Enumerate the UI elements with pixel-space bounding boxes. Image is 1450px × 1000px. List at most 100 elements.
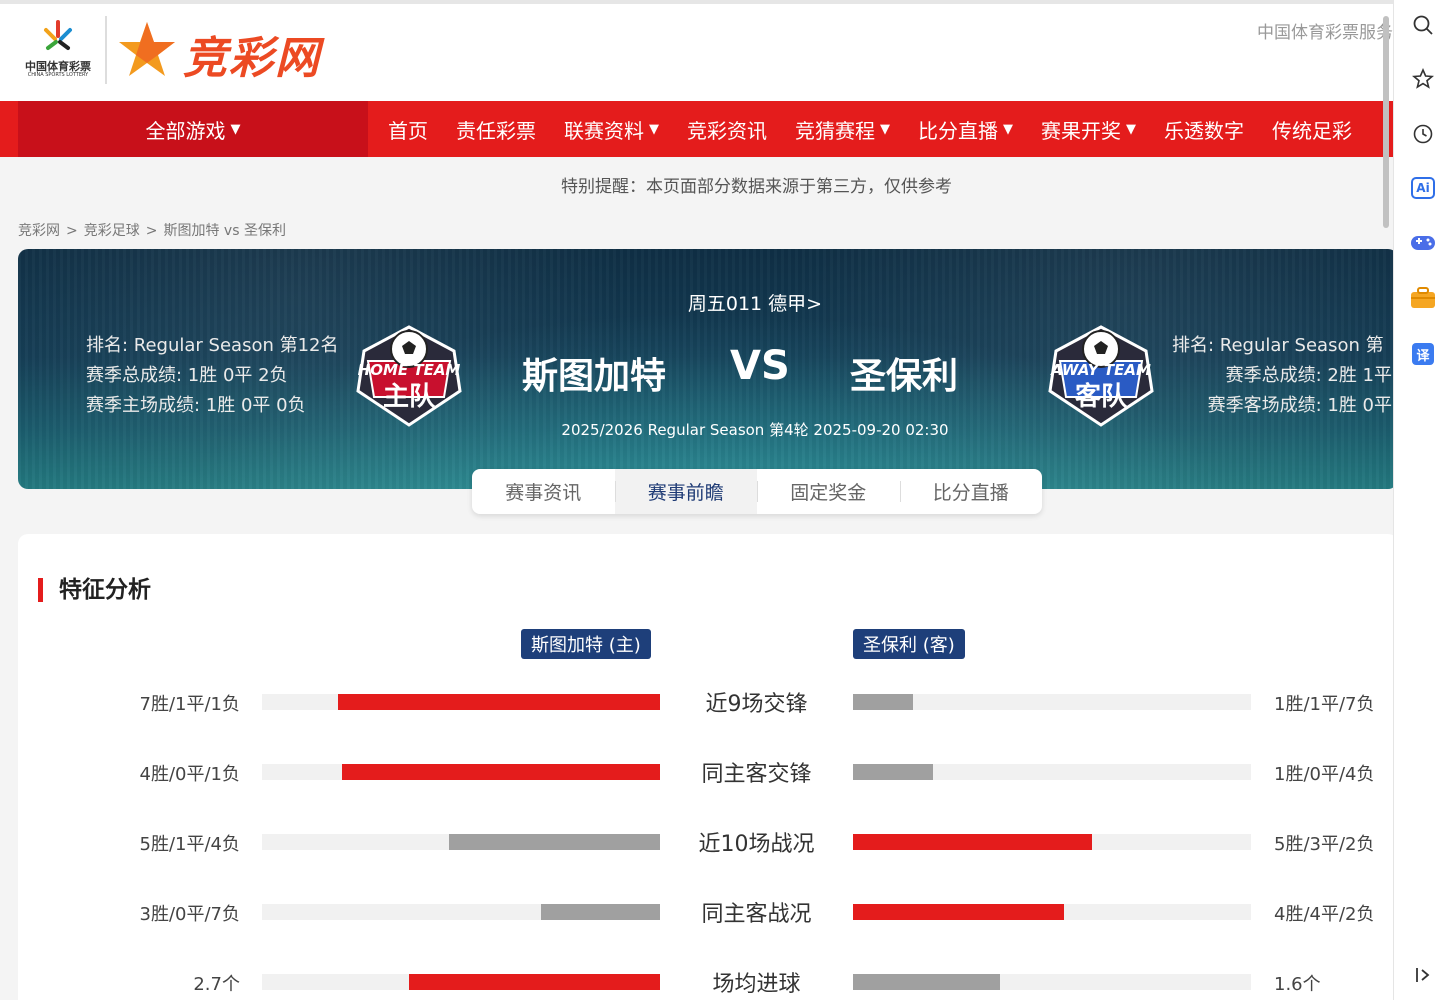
- caret-down-icon: ▼: [1126, 121, 1136, 137]
- home-stat-value: 2.7个: [193, 974, 240, 995]
- nav-item-label: 比分直播: [918, 118, 998, 143]
- breadcrumb-link-home[interactable]: 竞彩网: [18, 223, 60, 239]
- away-stats: 排名: Regular Season 第 赛季总成绩: 2胜 1平 赛季客场成绩…: [1172, 331, 1392, 421]
- match-banner: 周五011 德甲> 排名: Regular Season 第12名 赛季总成绩:…: [18, 249, 1393, 489]
- home-season-record: 赛季总成绩: 1胜 0平 2负: [86, 365, 288, 386]
- site-header: 中国体育彩票 CHINA SPORTS LOTTERY 竞彩网 中国体育彩票服务: [0, 0, 1393, 101]
- collapse-icon[interactable]: [1410, 962, 1436, 988]
- gamepad-icon[interactable]: [1410, 230, 1436, 256]
- tab-match-news[interactable]: 赛事资讯: [472, 469, 615, 514]
- ai-label: Ai: [1411, 177, 1435, 199]
- breadcrumb-link-football[interactable]: 竞彩足球: [84, 223, 140, 239]
- caret-down-icon: ▼: [230, 121, 241, 137]
- home-stat-bar: [262, 974, 660, 990]
- lottery-sub: CHINA SPORTS LOTTERY: [27, 72, 89, 78]
- away-stat-value: 4胜/4平/2负: [1274, 904, 1375, 925]
- page: 中国体育彩票 CHINA SPORTS LOTTERY 竞彩网 中国体育彩票服务…: [0, 0, 1393, 1000]
- away-stat-value: 5胜/3平/2负: [1274, 834, 1375, 855]
- nav-item-results[interactable]: 赛果开奖 ▼: [1027, 115, 1150, 144]
- home-stats: 排名: Regular Season 第12名 赛季总成绩: 1胜 0平 2负 …: [86, 331, 339, 421]
- nav-item-responsible[interactable]: 责任彩票: [442, 115, 550, 144]
- translate-icon[interactable]: 译: [1410, 341, 1436, 367]
- season-line: 2025/2026 Regular Season 第4轮 2025-09-20 …: [561, 421, 949, 439]
- vs-label: VS: [730, 343, 790, 389]
- breadcrumb: 竞彩网 > 竞彩足球 > 斯图加特 vs 圣保利: [18, 220, 292, 240]
- tab-fixed-odds[interactable]: 固定奖金: [757, 469, 900, 514]
- search-icon[interactable]: [1410, 12, 1436, 38]
- away-stat-bar: [853, 694, 1251, 710]
- away-stat-bar: [853, 764, 1251, 780]
- home-stat-fill: [540, 904, 660, 920]
- nav-item-label: 联赛资料: [564, 118, 644, 143]
- section-title: 特征分析: [38, 578, 151, 602]
- star-icon[interactable]: [1410, 66, 1436, 92]
- away-stat-fill: [853, 834, 1092, 850]
- home-stat-fill: [337, 694, 660, 710]
- lottery-star-icon: [44, 20, 72, 50]
- away-stat-bar: [853, 904, 1251, 920]
- all-games-menu[interactable]: 全部游戏 ▼: [18, 101, 368, 157]
- nav-item-lotto[interactable]: 乐透数字: [1150, 115, 1258, 144]
- translate-label: 译: [1412, 343, 1434, 365]
- home-stat-fill: [409, 974, 660, 990]
- logo-star-icon: [119, 22, 175, 76]
- browser-sidebar: Ai 译: [1393, 0, 1450, 1000]
- all-games-label: 全部游戏: [145, 118, 226, 143]
- caret-down-icon: ▼: [880, 121, 890, 137]
- nav-item-league-data[interactable]: 联赛资料 ▼: [550, 115, 673, 144]
- analysis-card: 特征分析 斯图加特 (主) 圣保利 (客) 7胜/1平/1负 近9场交锋 1胜/…: [18, 534, 1393, 1000]
- stat-row: 5胜/1平/4负 近10场战况 5胜/3平/2负: [18, 822, 1393, 862]
- home-stat-value: 3胜/0平/7负: [139, 904, 241, 925]
- nav-item-label: 竞猜赛程: [795, 118, 875, 143]
- ai-icon[interactable]: Ai: [1410, 175, 1436, 201]
- nav-item-schedule[interactable]: 竞猜赛程 ▼: [781, 115, 904, 144]
- nav-item-news[interactable]: 竞彩资讯: [673, 115, 781, 144]
- service-link[interactable]: 中国体育彩票服务: [1257, 18, 1393, 43]
- tab-match-preview[interactable]: 赛事前瞻: [614, 469, 757, 514]
- home-stat-bar: [262, 764, 660, 780]
- logo-divider: [105, 16, 107, 84]
- away-team-name[interactable]: 圣保利: [850, 347, 958, 399]
- league-link[interactable]: 周五011 德甲>: [18, 289, 1393, 316]
- away-stat-value: 1胜/1平/7负: [1274, 694, 1375, 715]
- home-stat-value: 4胜/0平/1负: [139, 764, 241, 785]
- badge-main-text: 主队: [382, 382, 435, 412]
- nav-item-label: 乐透数字: [1164, 118, 1244, 143]
- badge-main-text: 客队: [1074, 382, 1127, 412]
- nav-item-traditional[interactable]: 传统足彩: [1258, 115, 1366, 144]
- home-team-name[interactable]: 斯图加特: [522, 347, 666, 399]
- scroll-thumb[interactable]: [1383, 16, 1389, 228]
- stat-row: 4胜/0平/1负 同主客交锋 1胜/0平/4负: [18, 752, 1393, 792]
- history-icon[interactable]: [1410, 121, 1436, 147]
- stat-label: 近10场战况: [698, 832, 815, 857]
- toolbox-icon[interactable]: [1410, 285, 1436, 311]
- home-stat-bar: [262, 694, 660, 710]
- site-logo-text: 竞彩网: [183, 33, 321, 84]
- home-rank: 排名: Regular Season 第12名: [86, 335, 339, 356]
- away-rank: 排名: Regular Season 第: [1172, 335, 1384, 356]
- notice-text: 特别提醒：本页面部分数据来源于第三方，仅供参考: [561, 177, 952, 197]
- home-stat-fill: [341, 764, 660, 780]
- china-sports-lottery-logo[interactable]: 中国体育彩票 CHINA SPORTS LOTTERY: [18, 18, 98, 82]
- site-logo[interactable]: 竞彩网: [115, 20, 355, 84]
- nav-item-label: 赛果开奖: [1041, 118, 1121, 143]
- nav-item-home[interactable]: 首页: [374, 115, 442, 144]
- page-scrollbar[interactable]: [1382, 0, 1390, 1000]
- stat-row: 2.7个 场均进球 1.6个: [18, 962, 1393, 1000]
- away-team-badge: AWAY TEAM 客队: [1036, 321, 1166, 431]
- away-stat-bar: [853, 974, 1251, 990]
- nav-items: 首页 责任彩票 联赛资料 ▼ 竞彩资讯 竞猜赛程 ▼ 比分直播 ▼ 赛果开奖 ▼ 乐透数…: [374, 101, 1366, 157]
- breadcrumb-separator: >: [145, 223, 158, 239]
- nav-item-label: 传统足彩: [1272, 118, 1352, 143]
- home-stat-fill: [449, 834, 660, 850]
- away-stat-value: 1.6个: [1274, 974, 1321, 995]
- stat-row: 7胜/1平/1负 近9场交锋 1胜/1平/7负: [18, 682, 1393, 722]
- nav-item-label: 责任彩票: [456, 118, 536, 143]
- home-team-tag: 斯图加特 (主): [521, 629, 651, 659]
- tab-live-score[interactable]: 比分直播: [899, 469, 1043, 514]
- stat-row: 3胜/0平/7负 同主客战况 4胜/4平/2负: [18, 892, 1393, 932]
- nav-item-live-score[interactable]: 比分直播 ▼: [904, 115, 1027, 144]
- nav-item-label: 首页: [388, 118, 428, 143]
- stat-label: 同主客交锋: [701, 762, 812, 787]
- away-stat-fill: [853, 904, 1064, 920]
